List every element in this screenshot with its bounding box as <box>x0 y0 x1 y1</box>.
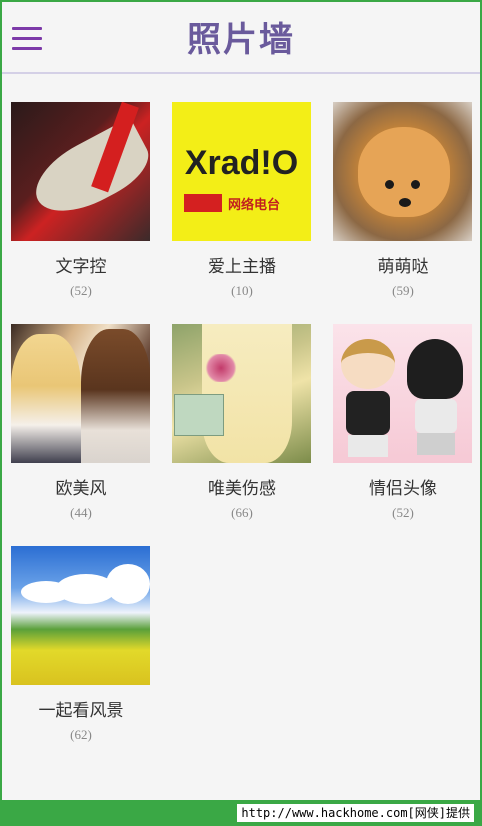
album-thumbnail[interactable] <box>11 324 150 463</box>
album-title: 文字控 <box>55 257 107 277</box>
photo-count: (44) <box>70 505 92 520</box>
album-thumbnail[interactable] <box>11 102 150 241</box>
shoe-image <box>23 117 150 227</box>
dog-eye <box>411 180 420 189</box>
album-title: 情侣头像 <box>369 479 437 499</box>
xradio-logo-subtitle: 网络电台 <box>228 198 281 213</box>
dog-nose <box>399 198 411 207</box>
album-title: 爱上主播 <box>208 257 276 277</box>
photo-count: (62) <box>70 727 92 742</box>
album-title: 一起看风景 <box>38 701 124 721</box>
album-item-weimeishanggan[interactable]: 唯美伤感 (66) <box>172 324 312 521</box>
album-item-yiqikanfengjing[interactable]: 一起看风景 (62) <box>11 546 151 743</box>
album-title: 欧美风 <box>55 479 107 499</box>
photo-count: (59) <box>392 283 414 298</box>
album-thumbnail[interactable] <box>333 324 472 463</box>
album-thumbnail[interactable] <box>172 324 311 463</box>
cloud-image <box>106 564 150 604</box>
album-item-qinglvtouxiang[interactable]: 情侣头像 (52) <box>333 324 473 521</box>
album-item-oumeifeng[interactable]: 欧美风 (44) <box>11 324 151 521</box>
photo-count: (52) <box>70 283 92 298</box>
album-item-mengmengda[interactable]: 萌萌哒 (59) <box>333 102 473 299</box>
book-image <box>174 394 224 436</box>
app-screen: 照片墙 文字控 (52) Xrad!O 网络电台 爱上主播 (10) 萌萌哒 (… <box>2 2 480 800</box>
cartoon-girl-image <box>407 339 465 459</box>
album-title: 萌萌哒 <box>377 257 429 277</box>
radio-icon <box>184 194 222 212</box>
flowers-image <box>204 354 238 382</box>
cartoon-boy-image <box>341 339 397 459</box>
album-item-aishangzhubo[interactable]: Xrad!O 网络电台 爱上主播 (10) <box>172 102 312 299</box>
album-grid: 文字控 (52) Xrad!O 网络电台 爱上主播 (10) 萌萌哒 (59) <box>2 2 480 800</box>
girl-image <box>11 334 81 463</box>
album-thumbnail[interactable] <box>11 546 150 685</box>
album-thumbnail[interactable]: Xrad!O 网络电台 <box>172 102 311 241</box>
xradio-logo-text: Xrad!O <box>184 144 299 182</box>
album-title: 唯美伤感 <box>208 479 276 499</box>
photo-count: (52) <box>392 505 414 520</box>
album-thumbnail[interactable] <box>333 102 472 241</box>
album-item-wenzikong[interactable]: 文字控 (52) <box>11 102 151 299</box>
photo-count: (66) <box>231 505 253 520</box>
watermark-text: http://www.hackhome.com[网侠]提供 <box>237 804 474 822</box>
footer-bar: http://www.hackhome.com[网侠]提供 <box>0 800 482 826</box>
photo-count: (10) <box>231 283 253 298</box>
girl-image <box>81 329 150 463</box>
dog-eye <box>385 180 394 189</box>
